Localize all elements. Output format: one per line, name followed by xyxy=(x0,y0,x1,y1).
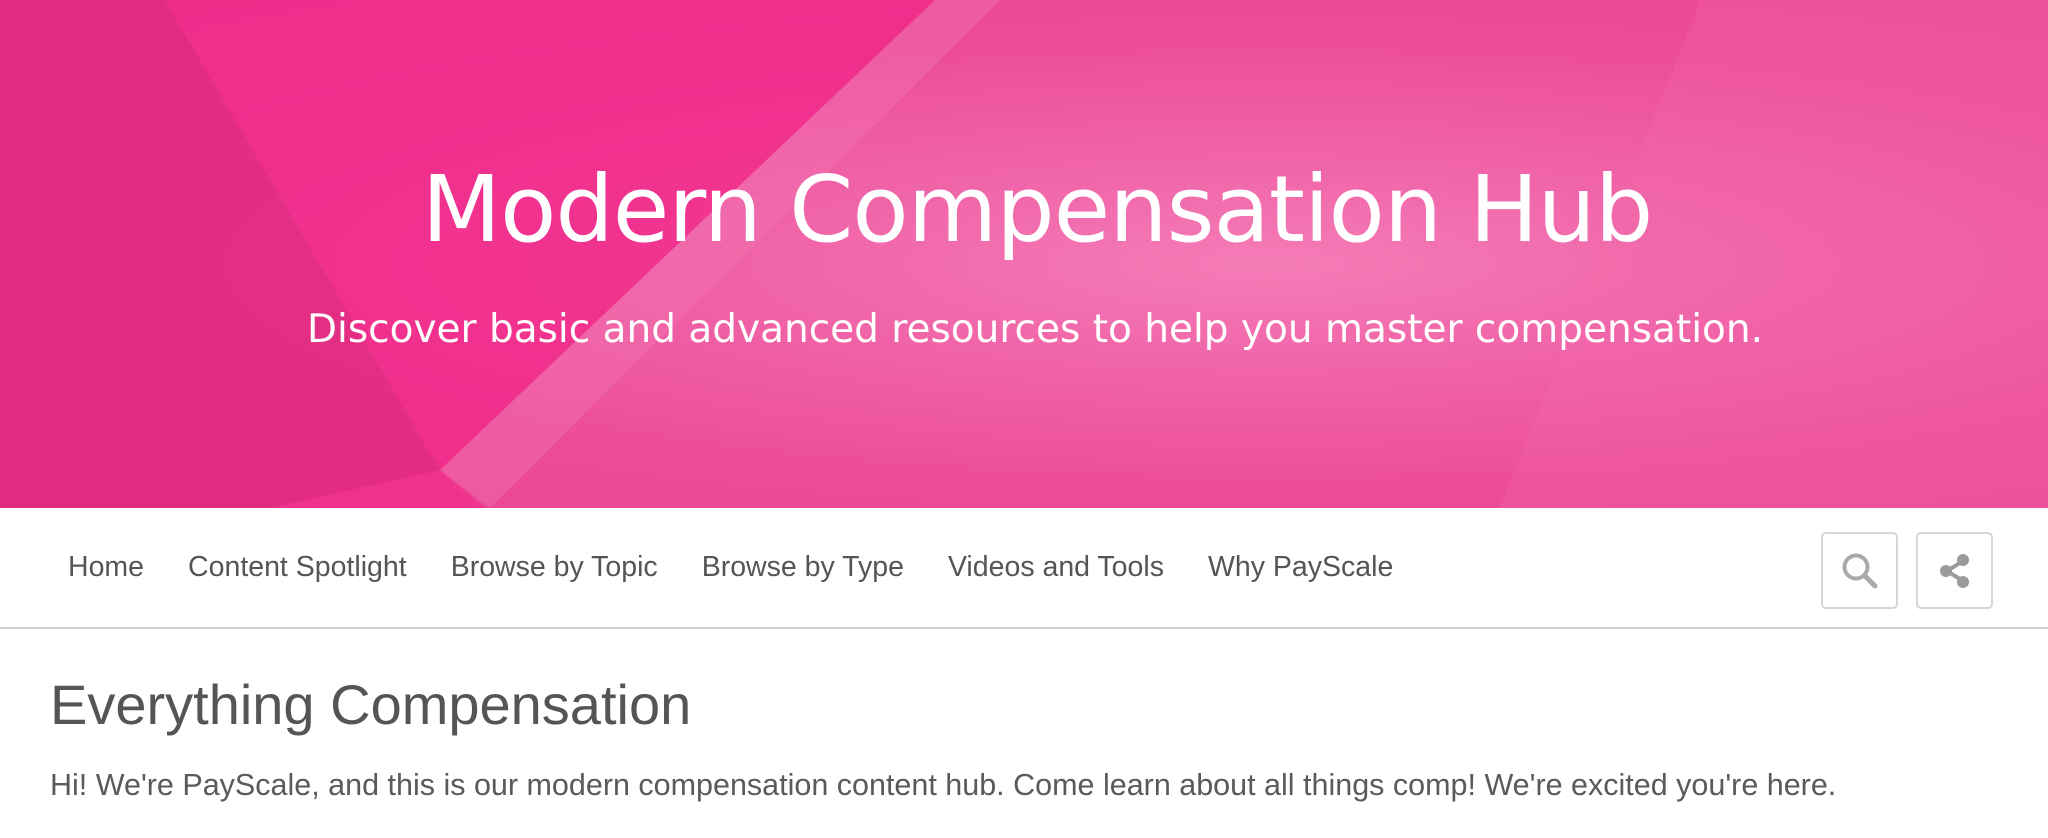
nav-item-browse-by-topic[interactable]: Browse by Topic xyxy=(451,551,658,584)
main-navigation: Home Content Spotlight Browse by Topic B… xyxy=(0,508,2048,629)
nav-item-browse-by-type[interactable]: Browse by Type xyxy=(702,551,904,584)
nav-item-content-spotlight[interactable]: Content Spotlight xyxy=(188,551,407,584)
section-title: Everything Compensation xyxy=(50,673,692,736)
hero-title: Modern Compensation Hub xyxy=(421,156,1654,263)
hero-subtitle: Discover basic and advanced resources to… xyxy=(306,307,1764,352)
share-button[interactable] xyxy=(1916,532,1993,609)
section-intro: Hi! We're PayScale, and this is our mode… xyxy=(50,768,1837,802)
nav-item-home[interactable]: Home xyxy=(68,551,144,584)
share-icon xyxy=(1939,553,1969,588)
nav-item-videos-and-tools[interactable]: Videos and Tools xyxy=(948,551,1164,584)
nav-menu: Home Content Spotlight Browse by Topic B… xyxy=(68,508,1437,627)
nav-item-why-payscale[interactable]: Why PayScale xyxy=(1208,551,1393,584)
hero-banner: Modern Compensation Hub Discover basic a… xyxy=(0,0,2048,508)
search-icon xyxy=(1842,553,1877,588)
search-button[interactable] xyxy=(1821,532,1898,609)
